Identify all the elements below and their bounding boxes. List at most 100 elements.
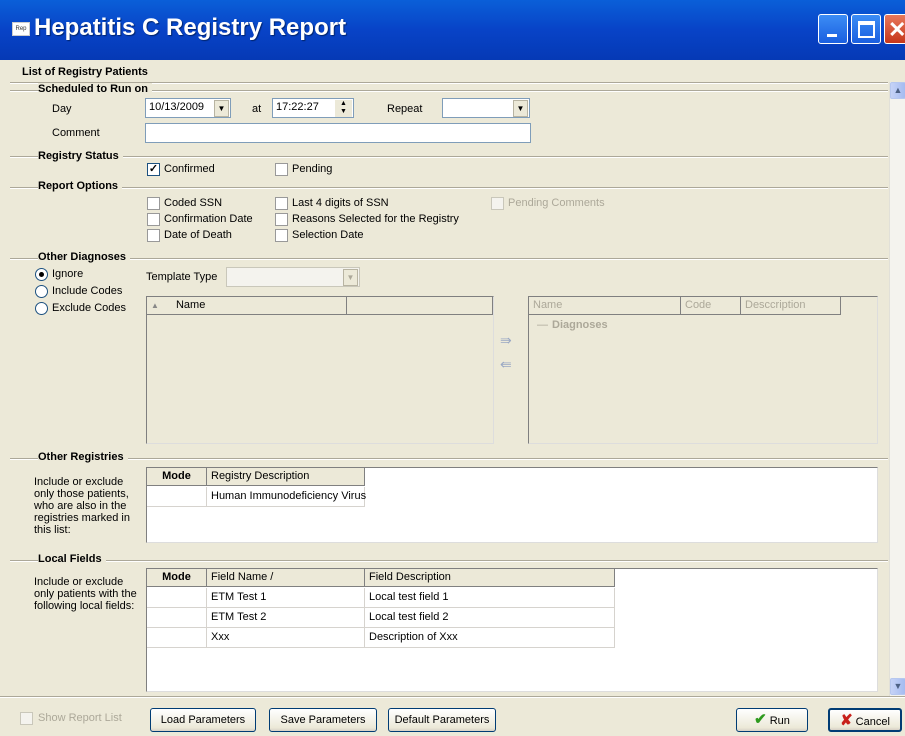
confirmation-date-checkbox[interactable] (147, 213, 160, 226)
list-column-header-empty (347, 297, 493, 315)
ignore-label: Ignore (52, 268, 84, 280)
last4-ssn-checkbox[interactable] (275, 197, 288, 210)
app-icon: Rep (12, 22, 30, 36)
close-button[interactable]: ✕ (884, 14, 905, 44)
other-registries-divider (10, 458, 888, 460)
field-description-cell[interactable]: Description of Xxx (365, 628, 615, 648)
local-fields-divider (10, 560, 888, 562)
checkmark-icon: ✔ (754, 711, 767, 728)
day-value: 10/13/2009 (149, 101, 205, 113)
diagnoses-group-label: Diagnoses (552, 319, 608, 331)
day-date-picker[interactable]: 10/13/2009 ▼ (145, 98, 231, 118)
cancel-button[interactable]: ✘ Cancel (828, 708, 902, 732)
coded-ssn-label: Coded SSN (164, 197, 223, 209)
other-registries-description: Include or exclude only those patients, … (34, 476, 130, 536)
template-type-select[interactable]: ▼ (226, 267, 360, 287)
double-left-arrow-icon[interactable]: ⇚ (500, 356, 512, 373)
default-parameters-label: Default Parameters (394, 714, 490, 726)
show-report-list-checkbox[interactable] (20, 712, 33, 725)
default-parameters-button[interactable]: Default Parameters (388, 708, 496, 732)
comment-label: Comment (52, 127, 100, 139)
include-codes-radio[interactable] (35, 285, 48, 298)
list-column-header[interactable]: Code (681, 297, 741, 315)
tree-collapse-icon[interactable]: — (537, 319, 548, 331)
double-right-arrow-icon[interactable]: ⇛ (500, 332, 512, 349)
list-column-header[interactable]: Name (529, 297, 681, 315)
minimize-icon (827, 34, 837, 37)
confirmed-label: Confirmed (164, 163, 215, 175)
local-fields-section-title: Local Fields (38, 553, 106, 565)
local-fields-grid[interactable]: Mode Field Name / Field Description ETM … (146, 568, 878, 692)
repeat-select[interactable]: ▼ (442, 98, 530, 118)
run-button[interactable]: ✔ Run (736, 708, 808, 732)
field-name-cell[interactable]: ETM Test 2 (207, 608, 365, 628)
reasons-selected-checkbox[interactable] (275, 213, 288, 226)
mode-column-header[interactable]: Mode (147, 569, 207, 587)
vertical-scrollbar[interactable]: ▲ ▼ (889, 82, 905, 696)
list-column-header[interactable]: ▲ Name (147, 297, 347, 315)
registry-description-cell[interactable]: Human Immunodeficiency Virus (207, 487, 366, 507)
coded-ssn-checkbox[interactable] (147, 197, 160, 210)
field-name-cell[interactable]: ETM Test 1 (207, 588, 365, 608)
title-bar[interactable]: Rep Hepatitis C Registry Report ✕ (0, 0, 905, 60)
other-registries-grid[interactable]: Mode Registry Description Human Immunode… (146, 467, 878, 543)
scroll-down-icon[interactable]: ▼ (890, 678, 905, 695)
selection-date-checkbox[interactable] (275, 229, 288, 242)
field-description-cell[interactable]: Local test field 1 (365, 588, 615, 608)
run-label: Run (769, 715, 790, 727)
field-description-column-header[interactable]: Field Description (365, 569, 615, 587)
save-parameters-button[interactable]: Save Parameters (269, 708, 377, 732)
reasons-selected-label: Reasons Selected for the Registry (292, 213, 459, 225)
maximize-icon (858, 21, 875, 38)
field-name-column-header[interactable]: Field Name / (207, 569, 365, 587)
last4-ssn-label: Last 4 digits of SSN (292, 197, 389, 209)
chevron-down-icon[interactable]: ▼ (513, 100, 528, 117)
date-of-death-checkbox[interactable] (147, 229, 160, 242)
load-parameters-button[interactable]: Load Parameters (150, 708, 256, 732)
field-description-cell[interactable]: Local test field 2 (365, 608, 615, 628)
save-parameters-label: Save Parameters (280, 714, 366, 726)
registry-status-divider (10, 156, 888, 158)
field-mode-cell[interactable] (147, 588, 207, 608)
time-value: 17:22:27 (276, 101, 319, 113)
load-parameters-label: Load Parameters (160, 714, 246, 726)
cancel-label: Cancel (855, 716, 890, 728)
chevron-down-icon[interactable]: ▼ (343, 269, 358, 286)
minimize-button[interactable] (818, 14, 848, 44)
report-options-section-title: Report Options (38, 180, 123, 192)
confirmed-checkbox[interactable]: ✓ (147, 163, 160, 176)
available-diagnoses-list[interactable]: ▲ Name (146, 296, 494, 444)
registry-description-column-header[interactable]: Registry Description (207, 468, 365, 486)
pending-comments-checkbox[interactable] (491, 197, 504, 210)
field-name-cell[interactable]: Xxx (207, 628, 365, 648)
registry-mode-cell[interactable] (147, 487, 207, 507)
mode-column-header[interactable]: Mode (147, 468, 207, 486)
selected-diagnoses-list[interactable]: Name Code Desccription — Diagnoses (528, 296, 878, 444)
other-registries-section-title: Other Registries (38, 451, 128, 463)
sort-ascending-icon: ▲ (151, 301, 159, 310)
show-report-list-label: Show Report List (38, 712, 122, 724)
pending-label: Pending (292, 163, 333, 175)
local-fields-description: Include or exclude only patients with th… (34, 576, 137, 612)
ignore-radio[interactable] (35, 268, 48, 281)
comment-input[interactable] (145, 123, 531, 143)
maximize-button[interactable] (851, 14, 881, 44)
at-label: at (252, 103, 262, 115)
exclude-codes-label: Exclude Codes (52, 302, 126, 314)
other-diagnoses-divider (10, 258, 888, 260)
field-mode-cell[interactable] (147, 608, 207, 628)
diagnoses-group[interactable]: — Diagnoses (537, 319, 608, 331)
window-title: Hepatitis C Registry Report (34, 14, 347, 41)
spinner-arrows-icon[interactable]: ▲ ▼ (335, 100, 352, 117)
selection-date-label: Selection Date (292, 229, 364, 241)
field-mode-cell[interactable] (147, 628, 207, 648)
time-spinner[interactable]: 17:22:27 ▲ ▼ (272, 98, 354, 118)
repeat-label: Repeat (387, 103, 423, 115)
list-column-header[interactable]: Desccription (741, 297, 841, 315)
scroll-up-icon[interactable]: ▲ (890, 82, 905, 99)
other-diagnoses-section-title: Other Diagnoses (38, 251, 131, 263)
pending-checkbox[interactable] (275, 163, 288, 176)
chevron-down-icon[interactable]: ▼ (214, 100, 229, 117)
exclude-codes-radio[interactable] (35, 302, 48, 315)
confirmation-date-label: Confirmation Date (164, 213, 253, 225)
